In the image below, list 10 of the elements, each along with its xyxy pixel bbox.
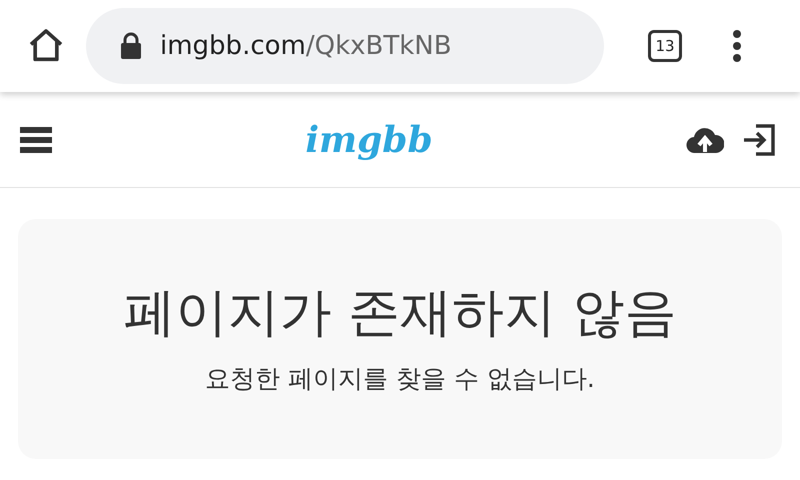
url-path: /QkxBTkNB bbox=[306, 30, 452, 62]
address-bar[interactable]: imgbb.com/QkxBTkNB bbox=[86, 8, 604, 84]
error-title: 페이지가 존재하지 않음 bbox=[123, 282, 677, 345]
sign-in-icon[interactable] bbox=[742, 122, 776, 156]
url-domain: imgbb.com bbox=[160, 30, 306, 62]
menu-icon[interactable] bbox=[20, 126, 52, 152]
more-options-icon[interactable] bbox=[732, 29, 742, 63]
lock-icon bbox=[120, 32, 142, 60]
tab-count-button[interactable]: 13 bbox=[648, 30, 682, 62]
error-description: 요청한 페이지를 찾을 수 없습니다. bbox=[205, 362, 595, 395]
